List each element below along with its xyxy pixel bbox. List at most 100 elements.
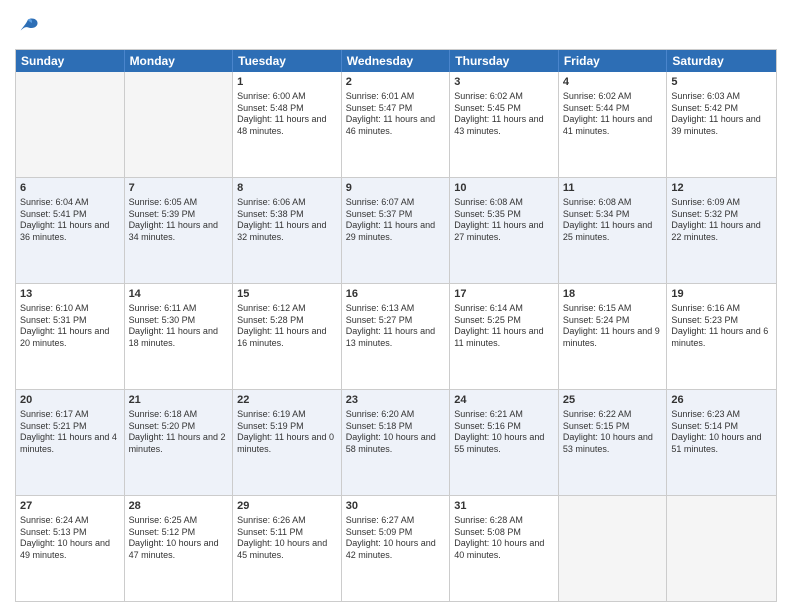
day-number: 11 [563, 181, 663, 196]
day-info: Sunrise: 6:09 AMSunset: 5:32 PMDaylight:… [671, 197, 772, 244]
day-number: 15 [237, 287, 337, 302]
calendar-cell-4-2: 29Sunrise: 6:26 AMSunset: 5:11 PMDayligh… [233, 496, 342, 601]
calendar-cell-0-2: 1Sunrise: 6:00 AMSunset: 5:48 PMDaylight… [233, 72, 342, 177]
day-info: Sunrise: 6:26 AMSunset: 5:11 PMDaylight:… [237, 515, 337, 562]
calendar-cell-2-0: 13Sunrise: 6:10 AMSunset: 5:31 PMDayligh… [16, 284, 125, 389]
logo-bird-icon [17, 14, 39, 36]
day-info: Sunrise: 6:07 AMSunset: 5:37 PMDaylight:… [346, 197, 446, 244]
day-number: 26 [671, 393, 772, 408]
day-info: Sunrise: 6:21 AMSunset: 5:16 PMDaylight:… [454, 409, 554, 456]
day-number: 5 [671, 75, 772, 90]
day-number: 16 [346, 287, 446, 302]
calendar-cell-3-6: 26Sunrise: 6:23 AMSunset: 5:14 PMDayligh… [667, 390, 776, 495]
day-info: Sunrise: 6:20 AMSunset: 5:18 PMDaylight:… [346, 409, 446, 456]
day-number: 24 [454, 393, 554, 408]
calendar: SundayMondayTuesdayWednesdayThursdayFrid… [15, 49, 777, 602]
day-number: 27 [20, 499, 120, 514]
calendar-cell-0-6: 5Sunrise: 6:03 AMSunset: 5:42 PMDaylight… [667, 72, 776, 177]
header-cell-friday: Friday [559, 50, 668, 72]
day-info: Sunrise: 6:08 AMSunset: 5:34 PMDaylight:… [563, 197, 663, 244]
day-info: Sunrise: 6:27 AMSunset: 5:09 PMDaylight:… [346, 515, 446, 562]
calendar-cell-1-5: 11Sunrise: 6:08 AMSunset: 5:34 PMDayligh… [559, 178, 668, 283]
day-number: 8 [237, 181, 337, 196]
day-info: Sunrise: 6:01 AMSunset: 5:47 PMDaylight:… [346, 91, 446, 138]
day-number: 14 [129, 287, 229, 302]
day-info: Sunrise: 6:11 AMSunset: 5:30 PMDaylight:… [129, 303, 229, 350]
calendar-row-2: 13Sunrise: 6:10 AMSunset: 5:31 PMDayligh… [16, 283, 776, 389]
day-info: Sunrise: 6:18 AMSunset: 5:20 PMDaylight:… [129, 409, 229, 456]
calendar-row-3: 20Sunrise: 6:17 AMSunset: 5:21 PMDayligh… [16, 389, 776, 495]
day-number: 1 [237, 75, 337, 90]
day-info: Sunrise: 6:14 AMSunset: 5:25 PMDaylight:… [454, 303, 554, 350]
header [15, 10, 777, 41]
day-info: Sunrise: 6:05 AMSunset: 5:39 PMDaylight:… [129, 197, 229, 244]
calendar-cell-4-1: 28Sunrise: 6:25 AMSunset: 5:12 PMDayligh… [125, 496, 234, 601]
calendar-cell-0-0 [16, 72, 125, 177]
calendar-cell-1-2: 8Sunrise: 6:06 AMSunset: 5:38 PMDaylight… [233, 178, 342, 283]
day-number: 3 [454, 75, 554, 90]
day-number: 20 [20, 393, 120, 408]
calendar-cell-1-1: 7Sunrise: 6:05 AMSunset: 5:39 PMDaylight… [125, 178, 234, 283]
day-info: Sunrise: 6:28 AMSunset: 5:08 PMDaylight:… [454, 515, 554, 562]
header-cell-monday: Monday [125, 50, 234, 72]
day-info: Sunrise: 6:04 AMSunset: 5:41 PMDaylight:… [20, 197, 120, 244]
day-info: Sunrise: 6:13 AMSunset: 5:27 PMDaylight:… [346, 303, 446, 350]
day-number: 25 [563, 393, 663, 408]
calendar-cell-3-2: 22Sunrise: 6:19 AMSunset: 5:19 PMDayligh… [233, 390, 342, 495]
calendar-cell-1-0: 6Sunrise: 6:04 AMSunset: 5:41 PMDaylight… [16, 178, 125, 283]
calendar-cell-3-5: 25Sunrise: 6:22 AMSunset: 5:15 PMDayligh… [559, 390, 668, 495]
calendar-row-4: 27Sunrise: 6:24 AMSunset: 5:13 PMDayligh… [16, 495, 776, 601]
calendar-cell-3-0: 20Sunrise: 6:17 AMSunset: 5:21 PMDayligh… [16, 390, 125, 495]
calendar-cell-2-1: 14Sunrise: 6:11 AMSunset: 5:30 PMDayligh… [125, 284, 234, 389]
header-cell-tuesday: Tuesday [233, 50, 342, 72]
day-number: 18 [563, 287, 663, 302]
calendar-body: 1Sunrise: 6:00 AMSunset: 5:48 PMDaylight… [16, 72, 776, 601]
day-number: 28 [129, 499, 229, 514]
calendar-row-0: 1Sunrise: 6:00 AMSunset: 5:48 PMDaylight… [16, 72, 776, 177]
calendar-cell-3-3: 23Sunrise: 6:20 AMSunset: 5:18 PMDayligh… [342, 390, 451, 495]
calendar-cell-4-6 [667, 496, 776, 601]
day-number: 2 [346, 75, 446, 90]
day-info: Sunrise: 6:03 AMSunset: 5:42 PMDaylight:… [671, 91, 772, 138]
calendar-cell-0-1 [125, 72, 234, 177]
day-info: Sunrise: 6:00 AMSunset: 5:48 PMDaylight:… [237, 91, 337, 138]
calendar-cell-2-2: 15Sunrise: 6:12 AMSunset: 5:28 PMDayligh… [233, 284, 342, 389]
day-number: 13 [20, 287, 120, 302]
calendar-cell-0-4: 3Sunrise: 6:02 AMSunset: 5:45 PMDaylight… [450, 72, 559, 177]
calendar-cell-4-5 [559, 496, 668, 601]
day-number: 29 [237, 499, 337, 514]
day-info: Sunrise: 6:16 AMSunset: 5:23 PMDaylight:… [671, 303, 772, 350]
calendar-row-1: 6Sunrise: 6:04 AMSunset: 5:41 PMDaylight… [16, 177, 776, 283]
day-number: 12 [671, 181, 772, 196]
calendar-header: SundayMondayTuesdayWednesdayThursdayFrid… [16, 50, 776, 72]
day-info: Sunrise: 6:17 AMSunset: 5:21 PMDaylight:… [20, 409, 120, 456]
calendar-cell-2-4: 17Sunrise: 6:14 AMSunset: 5:25 PMDayligh… [450, 284, 559, 389]
day-number: 31 [454, 499, 554, 514]
day-number: 17 [454, 287, 554, 302]
calendar-cell-2-6: 19Sunrise: 6:16 AMSunset: 5:23 PMDayligh… [667, 284, 776, 389]
calendar-cell-1-6: 12Sunrise: 6:09 AMSunset: 5:32 PMDayligh… [667, 178, 776, 283]
calendar-cell-1-4: 10Sunrise: 6:08 AMSunset: 5:35 PMDayligh… [450, 178, 559, 283]
logo-general [15, 14, 39, 41]
header-cell-saturday: Saturday [667, 50, 776, 72]
calendar-cell-4-3: 30Sunrise: 6:27 AMSunset: 5:09 PMDayligh… [342, 496, 451, 601]
day-info: Sunrise: 6:02 AMSunset: 5:45 PMDaylight:… [454, 91, 554, 138]
calendar-cell-4-4: 31Sunrise: 6:28 AMSunset: 5:08 PMDayligh… [450, 496, 559, 601]
calendar-cell-4-0: 27Sunrise: 6:24 AMSunset: 5:13 PMDayligh… [16, 496, 125, 601]
day-info: Sunrise: 6:23 AMSunset: 5:14 PMDaylight:… [671, 409, 772, 456]
day-number: 9 [346, 181, 446, 196]
day-number: 7 [129, 181, 229, 196]
header-cell-sunday: Sunday [16, 50, 125, 72]
day-number: 19 [671, 287, 772, 302]
day-number: 10 [454, 181, 554, 196]
day-info: Sunrise: 6:10 AMSunset: 5:31 PMDaylight:… [20, 303, 120, 350]
calendar-cell-2-5: 18Sunrise: 6:15 AMSunset: 5:24 PMDayligh… [559, 284, 668, 389]
day-number: 30 [346, 499, 446, 514]
day-number: 22 [237, 393, 337, 408]
header-cell-wednesday: Wednesday [342, 50, 451, 72]
day-info: Sunrise: 6:02 AMSunset: 5:44 PMDaylight:… [563, 91, 663, 138]
day-info: Sunrise: 6:15 AMSunset: 5:24 PMDaylight:… [563, 303, 663, 350]
day-info: Sunrise: 6:06 AMSunset: 5:38 PMDaylight:… [237, 197, 337, 244]
day-info: Sunrise: 6:24 AMSunset: 5:13 PMDaylight:… [20, 515, 120, 562]
day-info: Sunrise: 6:25 AMSunset: 5:12 PMDaylight:… [129, 515, 229, 562]
